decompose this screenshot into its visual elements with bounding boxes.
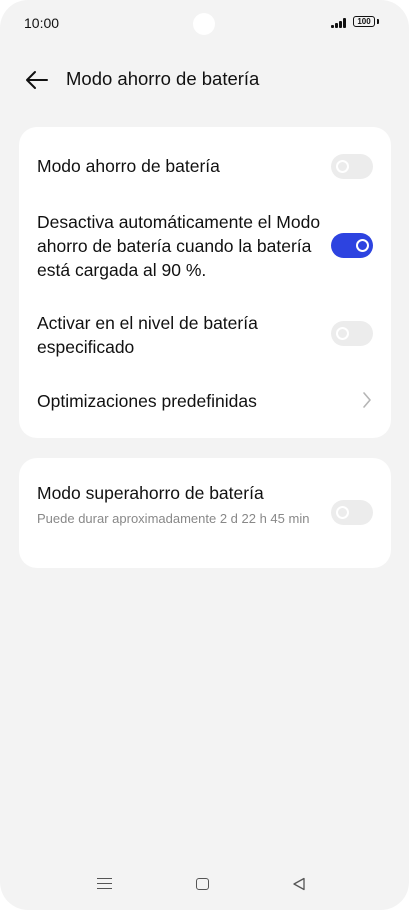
chevron-right-icon[interactable] [362, 391, 372, 409]
signal-icon [331, 18, 348, 28]
back-arrow-icon[interactable] [25, 69, 49, 91]
camera-cutout [193, 13, 215, 35]
nav-back-icon[interactable] [292, 877, 306, 891]
battery-saver-toggle[interactable] [331, 154, 373, 179]
auto-disable-label: Desactiva automáticamente el Modo ahorro… [37, 212, 321, 280]
activate-level-label: Activar en el nivel de batería especific… [37, 313, 258, 357]
super-saver-card: Modo superahorro de batería Puede durar … [19, 458, 391, 568]
auto-disable-toggle[interactable] [331, 233, 373, 258]
toggle-knob [336, 327, 349, 340]
status-bar: 10:00 100 [0, 0, 409, 48]
battery-level: 100 [357, 17, 371, 26]
super-saver-label: Modo superahorro de batería [37, 483, 264, 503]
page-title: Modo ahorro de batería [66, 68, 260, 89]
battery-tip [377, 19, 379, 24]
toggle-knob [336, 506, 349, 519]
phone-screen: 10:00 100 Modo ahorro de batería Modo ah… [0, 0, 409, 910]
home-icon[interactable] [196, 878, 209, 890]
super-saver-toggle[interactable] [331, 500, 373, 525]
super-saver-subtitle: Puede durar aproximadamente 2 d 22 h 45 … [37, 511, 310, 526]
recents-menu-icon[interactable] [97, 877, 112, 891]
toggle-knob [336, 160, 349, 173]
battery-saver-label: Modo ahorro de batería [37, 156, 220, 176]
status-time: 10:00 [24, 15, 60, 31]
toggle-knob [356, 239, 369, 252]
battery-saver-card: Modo ahorro de batería Desactiva automát… [19, 127, 391, 438]
battery-icon: 100 [353, 16, 375, 27]
activate-level-toggle[interactable] [331, 321, 373, 346]
predefined-optimizations-label[interactable]: Optimizaciones predefinidas [37, 389, 257, 413]
